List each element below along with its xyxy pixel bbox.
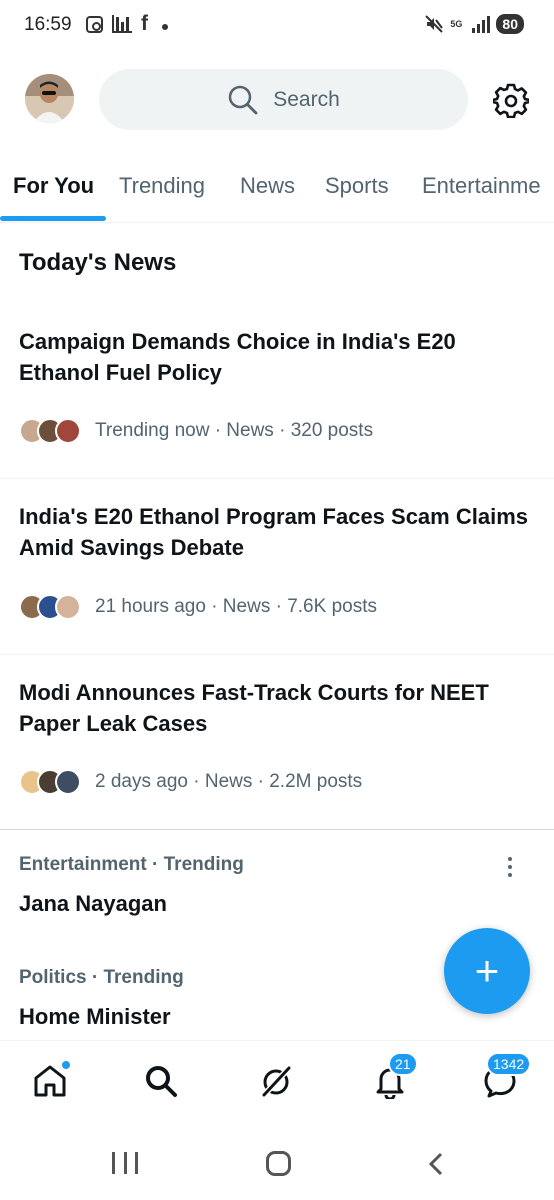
recents-button[interactable] <box>112 1152 138 1174</box>
active-tab-indicator <box>0 216 106 221</box>
news-meta-row: 2 days ago · News · 2.2M posts <box>19 769 362 795</box>
avatar <box>55 418 81 444</box>
facebook-icon: f <box>141 12 148 35</box>
news-item[interactable]: Modi Announces Fast-Track Courts for NEE… <box>0 655 554 830</box>
tab-entertainment[interactable]: Entertainme <box>422 173 541 199</box>
status-time: 16:59 <box>24 14 72 35</box>
status-bar: 16:59 f 5G 80 <box>0 0 554 52</box>
nav-notifications[interactable]: 21 <box>372 1052 418 1103</box>
news-avatars <box>19 594 81 620</box>
trend-name: Jana Nayagan <box>19 891 167 916</box>
news-avatars <box>19 418 81 444</box>
gear-icon[interactable] <box>493 82 529 118</box>
news-avatars <box>19 769 81 795</box>
news-headline: India's E20 Ethanol Program Faces Scam C… <box>19 504 528 560</box>
compose-post-button[interactable]: + <box>444 928 530 1014</box>
network-type: 5G <box>450 18 463 29</box>
trend-category: Politics · Trending <box>19 967 184 988</box>
news-meta-row: Trending now · News · 320 posts <box>19 418 373 444</box>
status-system-icons: 5G 80 <box>424 14 524 34</box>
plus-icon: + <box>474 947 500 994</box>
tab-news[interactable]: News <box>240 173 295 199</box>
trend-category: Entertainment · Trending <box>19 854 244 875</box>
search-input[interactable]: Search <box>99 69 468 130</box>
news-meta: 21 hours ago · News · 7.6K posts <box>95 596 377 617</box>
system-navigation-bar <box>0 1126 554 1200</box>
home-button[interactable] <box>266 1151 291 1176</box>
news-item[interactable]: India's E20 Ethanol Program Faces Scam C… <box>0 479 554 655</box>
nav-grok[interactable] <box>258 1063 298 1103</box>
tab-trending[interactable]: Trending <box>119 173 205 199</box>
more-options-icon[interactable] <box>505 857 515 881</box>
trend-name: Home Minister <box>19 1004 171 1029</box>
grok-icon <box>260 1065 292 1099</box>
trend-item[interactable]: Entertainment · Trending Jana Nayagan <box>0 831 554 941</box>
status-notification-icons: f <box>86 12 168 35</box>
news-meta: 2 days ago · News · 2.2M posts <box>95 771 363 792</box>
news-headline: Modi Announces Fast-Track Courts for NEE… <box>19 680 489 736</box>
search-icon <box>146 1066 177 1097</box>
messages-count-badge: 1342 <box>486 1052 532 1076</box>
search-placeholder: Search <box>273 87 340 111</box>
tab-sports[interactable]: Sports <box>325 173 389 199</box>
home-unread-dot <box>60 1059 72 1071</box>
chart-icon <box>112 15 132 33</box>
nav-messages[interactable]: 1342 <box>482 1052 532 1103</box>
screenshot-icon <box>86 15 103 33</box>
avatar <box>55 769 81 795</box>
notifications-count-badge: 21 <box>388 1052 418 1076</box>
news-meta-row: 21 hours ago · News · 7.6K posts <box>19 594 377 620</box>
mute-icon <box>425 15 444 33</box>
nav-home[interactable] <box>32 1059 72 1103</box>
tab-for-you[interactable]: For You <box>13 173 94 199</box>
section-title: Today's News <box>19 249 177 276</box>
explore-tabs: For You Trending News Sports Entertainme <box>0 150 554 223</box>
news-headline: Campaign Demands Choice in India's E20 E… <box>19 329 456 385</box>
bottom-nav: 21 1342 <box>0 1040 554 1126</box>
back-button[interactable] <box>426 1152 446 1176</box>
search-icon <box>228 85 258 114</box>
profile-avatar[interactable] <box>25 74 74 123</box>
avatar <box>55 594 81 620</box>
nav-search[interactable] <box>143 1063 183 1103</box>
battery-indicator: 80 <box>496 14 524 34</box>
signal-icon <box>472 15 491 33</box>
news-meta: Trending now · News · 320 posts <box>95 420 374 441</box>
profile-photo <box>25 74 74 123</box>
more-notifications-dot-icon <box>162 24 168 30</box>
news-item[interactable]: Campaign Demands Choice in India's E20 E… <box>0 304 554 479</box>
